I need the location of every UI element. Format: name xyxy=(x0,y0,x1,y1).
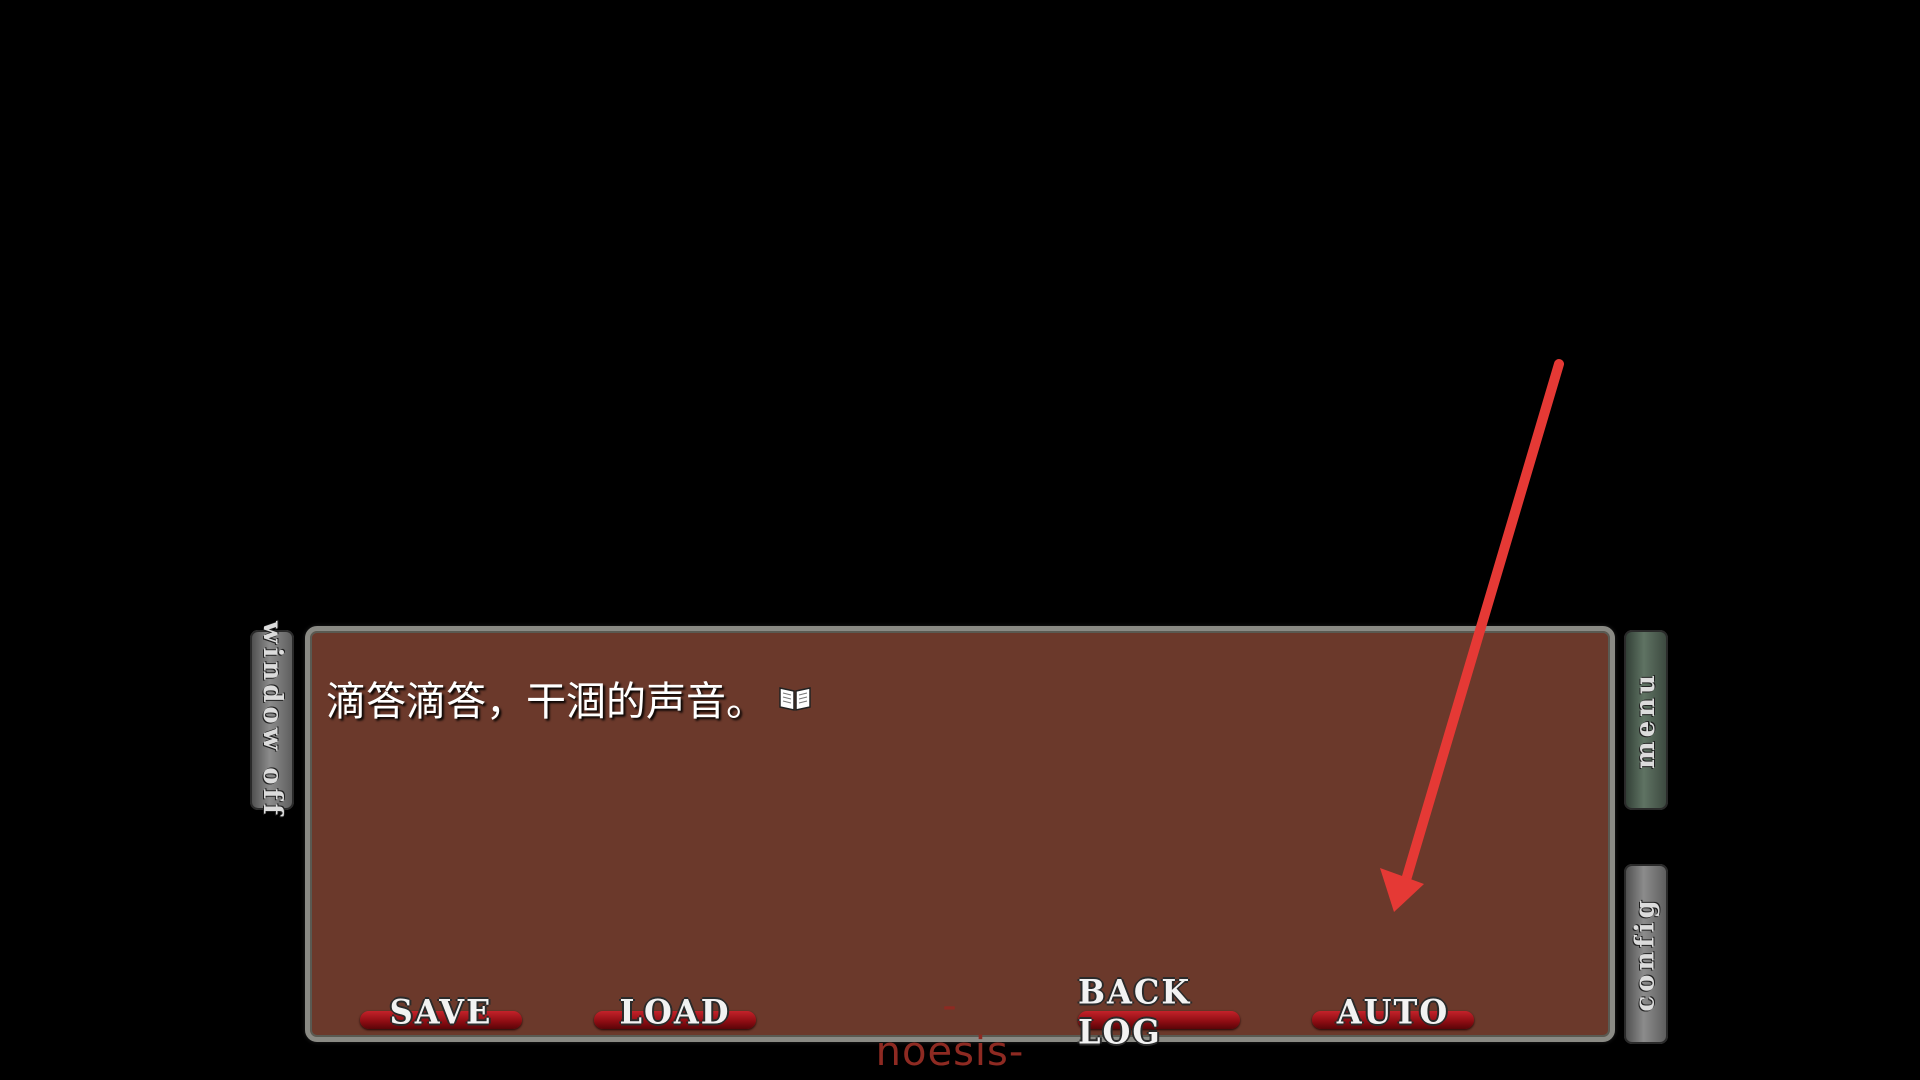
menu-tab[interactable]: menu xyxy=(1624,630,1668,810)
save-label: SAVE xyxy=(389,992,493,1032)
dialog-text: 滴答滴答，干涸的声音。 xyxy=(326,679,766,725)
window-off-label: window off xyxy=(257,621,288,819)
dialog-line: 滴答滴答，干涸的声音。 xyxy=(326,669,812,727)
book-icon xyxy=(778,684,812,712)
backlog-button[interactable]: BACK LOG xyxy=(1078,972,1240,1052)
auto-label: AUTO xyxy=(1336,992,1450,1032)
config-label: config xyxy=(1631,896,1662,1012)
menu-label: menu xyxy=(1631,671,1662,769)
backlog-label: BACK LOG xyxy=(1078,972,1192,1052)
load-button[interactable]: LOAD xyxy=(594,992,756,1032)
save-button[interactable]: SAVE xyxy=(360,992,522,1032)
window-off-tab[interactable]: window off xyxy=(250,621,294,819)
auto-button[interactable]: AUTO xyxy=(1312,992,1474,1032)
dialog-box[interactable]: 滴答滴答，干涸的声音。 SAVE LOAD -noesis- BACK LOG … xyxy=(305,626,1615,1075)
brand-logo: -noesis- xyxy=(875,983,1025,1075)
load-label: LOAD xyxy=(619,992,731,1032)
config-tab[interactable]: config xyxy=(1624,864,1668,1044)
